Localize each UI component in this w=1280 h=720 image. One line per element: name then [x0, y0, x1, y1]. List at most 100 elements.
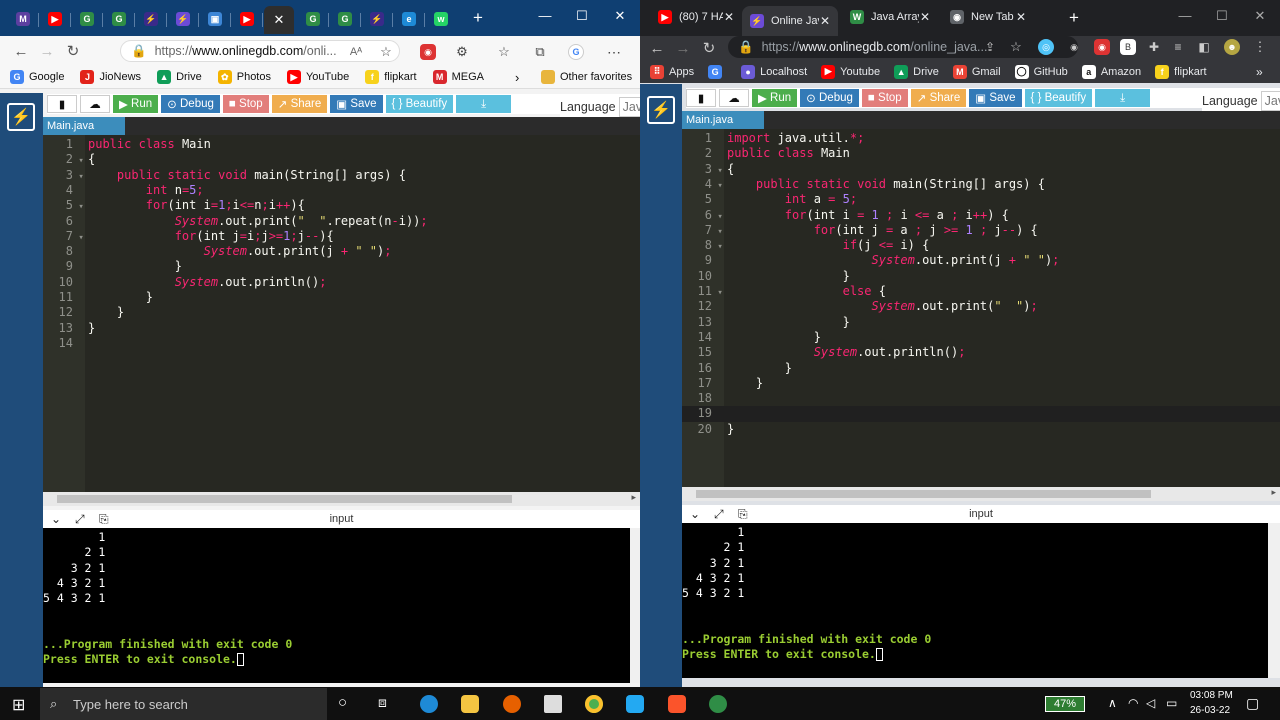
onlinegdb-tab-tab[interactable]: ⚡	[366, 8, 388, 30]
language-value[interactable]: Java	[618, 97, 640, 117]
onlinegdb-tab-tab[interactable]: ⚡	[172, 8, 194, 30]
tab-close-icon[interactable]: ✕	[920, 10, 930, 24]
extension-icon[interactable]: ◉	[1066, 39, 1082, 55]
scrollbar-thumb[interactable]	[696, 490, 1151, 498]
upload-button[interactable]: ☁	[719, 89, 749, 107]
bookmark-flipkart[interactable]: f flipkart	[1155, 64, 1207, 79]
share-button[interactable]: ↗ Share	[910, 89, 967, 107]
gfg-tab-tab[interactable]: G	[76, 8, 98, 30]
forward-icon[interactable]: →	[34, 43, 60, 60]
chrome-tab-3[interactable]: W Java Array ✕	[842, 4, 938, 30]
clock-date[interactable]: 26-03-22	[1190, 705, 1230, 716]
whatsapp-tab-tab[interactable]: w	[430, 8, 452, 30]
beautify-button[interactable]: { } Beautify	[1024, 89, 1093, 107]
collections-icon[interactable]: ⧉	[532, 44, 548, 60]
bookmark-github[interactable]: ◯ GitHub	[1014, 64, 1068, 79]
minimize-icon[interactable]: —	[535, 8, 555, 23]
youtube-tab-tab[interactable]: ▶	[236, 8, 258, 30]
save-button[interactable]: ▣ Save	[969, 89, 1022, 107]
vscode-icon[interactable]	[626, 695, 644, 713]
edge-tab-tab[interactable]: e	[398, 8, 420, 30]
file-tab-main-java[interactable]: Main.java	[43, 117, 125, 135]
active-tab-close[interactable]: ✕	[264, 6, 294, 34]
tab-close-icon[interactable]: ✕	[820, 14, 830, 28]
debug-button[interactable]: ⊙ Debug	[800, 89, 859, 107]
onlinegdb-logo-icon[interactable]: ⚡	[7, 103, 35, 131]
console-scrollbar[interactable]	[630, 528, 640, 683]
code-editor[interactable]: 1 public class Main 2 ▾{3 ▾ public static…	[43, 135, 640, 492]
new-file-button[interactable]: ▮	[47, 95, 77, 113]
chrome-tab-4[interactable]: ◉ New Tab ✕	[942, 4, 1034, 30]
bookmark-mega[interactable]: M MEGA	[432, 70, 484, 84]
output-console[interactable]: 1 2 1 3 2 1 4 3 2 15 4 3 2 1 ...Program f…	[682, 523, 1268, 678]
page-tab-tab[interactable]: ▣	[204, 8, 226, 30]
bookmarks-overflow-icon[interactable]: ›	[515, 70, 519, 85]
download-button[interactable]: ⤓	[1095, 89, 1151, 107]
bookmark-youtube[interactable]: ▶ YouTube	[286, 70, 349, 84]
favorites-icon[interactable]: ☆	[496, 44, 512, 60]
upload-button[interactable]: ☁	[80, 95, 110, 113]
clock-time[interactable]: 03:08 PM	[1190, 690, 1233, 701]
new-file-button[interactable]: ▮	[686, 89, 716, 107]
profile-avatar[interactable]: ☻	[1224, 39, 1240, 55]
editor-horizontal-scrollbar[interactable]: ▸	[682, 487, 1280, 501]
brave-icon[interactable]	[668, 695, 686, 713]
url-field[interactable]: 🔒 https://www.onlinegdb.com/online_java.…	[728, 36, 1078, 58]
language-selector[interactable]: LanguageJava	[560, 97, 640, 117]
console-scrollbar[interactable]	[1268, 523, 1280, 678]
share-page-icon[interactable]: ⇪	[982, 39, 998, 55]
bookmark-photos[interactable]: ✿ Photos	[217, 70, 271, 84]
beautify-button[interactable]: { } Beautify	[385, 95, 454, 113]
chrome-tab-2[interactable]: ⚡ Online Java✕	[742, 6, 838, 36]
bookmark-flipkart[interactable]: f flipkart	[365, 70, 417, 84]
side-panel-icon[interactable]: ◧	[1196, 39, 1212, 55]
more-menu-icon[interactable]: ⋮	[1252, 39, 1268, 55]
extensions-puzzle-icon[interactable]: ⚙	[454, 44, 470, 60]
extension-icon[interactable]: B	[1120, 39, 1136, 55]
extension-icon[interactable]: ◉	[1094, 39, 1110, 55]
battery-icon[interactable]: ▭	[1166, 696, 1177, 710]
new-tab-icon[interactable]: +	[468, 8, 488, 28]
bookmark-localhost[interactable]: ● Localhost	[741, 64, 807, 79]
close-window-icon[interactable]: ✕	[610, 8, 630, 24]
copy-icon[interactable]: ⎘	[99, 510, 109, 528]
new-tab-icon[interactable]: +	[1064, 8, 1084, 28]
scrollbar-thumb[interactable]	[57, 495, 512, 503]
firefox-icon[interactable]	[503, 695, 521, 713]
reading-list-icon[interactable]: ≡	[1170, 39, 1186, 55]
collapse-icon[interactable]: ⌄	[51, 510, 61, 528]
task-view-icon[interactable]: ⧈	[378, 694, 387, 711]
gfg-tab-tab[interactable]: G	[334, 8, 356, 30]
bookmark-apps[interactable]: ⠿ Apps	[650, 64, 694, 79]
run-button[interactable]: ▶ Run	[113, 95, 159, 113]
forward-icon[interactable]: →	[670, 40, 696, 57]
battery-indicator[interactable]: 47%	[1045, 696, 1085, 712]
language-value[interactable]: Java	[1260, 91, 1280, 111]
bookmarks-overflow-icon[interactable]: »	[1256, 65, 1263, 79]
debug-button[interactable]: ⊙ Debug	[161, 95, 220, 113]
minimize-icon[interactable]: —	[1175, 8, 1195, 23]
bookmark-jionews[interactable]: J JioNews	[80, 70, 141, 84]
output-console[interactable]: 1 2 1 3 2 1 4 3 2 15 4 3 2 1 ...Program f…	[43, 528, 630, 683]
onlinegdb-logo-icon[interactable]: ⚡	[647, 96, 675, 124]
onlinegdb-tab-tab[interactable]: ⚡	[140, 8, 162, 30]
security-shield-icon[interactable]	[544, 695, 562, 713]
profile-avatar[interactable]: G	[568, 44, 584, 60]
gfg-app-icon[interactable]	[709, 695, 727, 713]
edge-taskbar-icon[interactable]	[420, 695, 438, 713]
bookmark-amazon[interactable]: a Amazon	[1081, 64, 1141, 79]
expand-icon[interactable]: ⤢	[714, 505, 724, 523]
bookmark-drive[interactable]: ▲ Drive	[157, 70, 202, 84]
file-explorer-icon[interactable]	[461, 695, 479, 713]
fold-marker[interactable]	[73, 338, 85, 353]
file-tab-main-java[interactable]: Main.java	[682, 111, 764, 129]
maximize-icon[interactable]: ☐	[572, 8, 592, 24]
bookmark-gmail[interactable]: M Gmail	[952, 64, 1001, 79]
more-menu-icon[interactable]: ⋯	[606, 44, 622, 60]
read-aloud-icon[interactable]: Aᴬ	[348, 44, 364, 60]
fold-marker[interactable]	[712, 424, 724, 439]
chrome-taskbar-icon[interactable]	[585, 695, 603, 713]
copy-icon[interactable]: ⎘	[738, 505, 748, 523]
gfg-tab-tab[interactable]: G	[302, 8, 324, 30]
save-button[interactable]: ▣ Save	[330, 95, 383, 113]
